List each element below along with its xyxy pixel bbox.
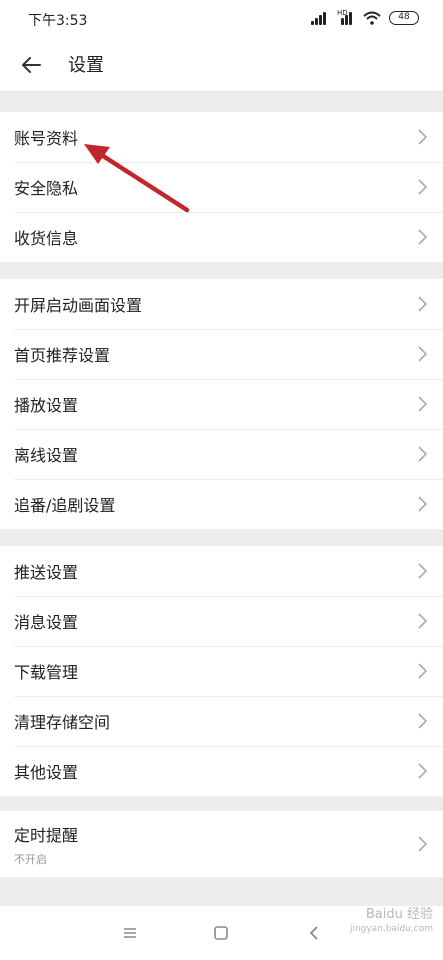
chevron-right-icon bbox=[418, 836, 427, 852]
back-nav-icon[interactable] bbox=[304, 924, 324, 942]
settings-group-content: 开屏启动画面设置 首页推荐设置 播放设置 离线设置 追番/追剧设置 bbox=[0, 279, 443, 529]
watermark-text: Baidu 经验 bbox=[365, 907, 433, 922]
setting-label: 开屏启动画面设置 bbox=[14, 296, 143, 315]
back-arrow-icon bbox=[22, 57, 41, 73]
setting-row-clear-storage[interactable]: 清理存储空间 bbox=[0, 696, 443, 746]
settings-group-reminder: 定时提醒 不开启 bbox=[0, 811, 443, 877]
chevron-right-icon bbox=[418, 663, 427, 679]
chevron-right-icon bbox=[418, 179, 427, 195]
setting-label: 定时提醒 bbox=[14, 825, 79, 845]
setting-label: 推送设置 bbox=[14, 563, 79, 582]
chevron-right-icon bbox=[418, 713, 427, 729]
chevron-right-icon bbox=[418, 296, 427, 312]
setting-label: 离线设置 bbox=[14, 446, 79, 465]
setting-row-splash-screen[interactable]: 开屏启动画面设置 bbox=[0, 279, 443, 329]
setting-label: 收货信息 bbox=[14, 229, 79, 248]
setting-label: 追番/追剧设置 bbox=[14, 496, 116, 515]
back-button[interactable] bbox=[14, 49, 48, 81]
setting-row-security-privacy[interactable]: 安全隐私 bbox=[0, 162, 443, 212]
setting-label: 消息设置 bbox=[14, 613, 79, 632]
setting-row-home-recommend[interactable]: 首页推荐设置 bbox=[0, 329, 443, 379]
setting-label: 其他设置 bbox=[14, 763, 79, 782]
status-time: 下午3:53 bbox=[28, 13, 88, 29]
settings-group-account: 账号资料 安全隐私 收货信息 bbox=[0, 112, 443, 262]
setting-label: 下载管理 bbox=[14, 663, 79, 682]
setting-row-offline[interactable]: 离线设置 bbox=[0, 429, 443, 479]
cellular-signal-icon bbox=[311, 11, 329, 25]
menu-icon[interactable] bbox=[120, 924, 140, 942]
chevron-right-icon bbox=[418, 763, 427, 779]
home-icon[interactable] bbox=[211, 924, 231, 942]
chevron-right-icon bbox=[418, 396, 427, 412]
watermark: Baidu 经验 jingyan.baidu.com bbox=[350, 908, 433, 936]
chevron-right-icon bbox=[418, 129, 427, 145]
title-bar: 设置 bbox=[0, 38, 443, 92]
page-title: 设置 bbox=[68, 55, 104, 76]
setting-sublabel: 不开启 bbox=[14, 852, 47, 866]
watermark-url: jingyan.baidu.com bbox=[349, 924, 433, 934]
chevron-right-icon bbox=[418, 496, 427, 512]
setting-row-timed-reminder[interactable]: 定时提醒 不开启 bbox=[0, 811, 443, 877]
annotation-arrow-icon bbox=[84, 144, 190, 213]
setting-row-other[interactable]: 其他设置 bbox=[0, 746, 443, 796]
setting-row-push[interactable]: 推送设置 bbox=[0, 546, 443, 596]
setting-label: 首页推荐设置 bbox=[14, 346, 111, 365]
setting-label: 清理存储空间 bbox=[14, 713, 111, 732]
setting-label: 账号资料 bbox=[14, 129, 79, 148]
chevron-right-icon bbox=[418, 613, 427, 629]
wifi-icon bbox=[363, 11, 381, 25]
status-bar: 下午3:53 HD 48 bbox=[0, 0, 443, 38]
chevron-right-icon bbox=[418, 446, 427, 462]
setting-label: 播放设置 bbox=[14, 396, 79, 415]
chevron-right-icon bbox=[418, 563, 427, 579]
settings-group-system: 推送设置 消息设置 下载管理 清理存储空间 其他设置 bbox=[0, 546, 443, 796]
setting-label: 安全隐私 bbox=[14, 179, 79, 198]
cellular-signal-hd-icon: HD bbox=[337, 9, 355, 25]
setting-row-downloads[interactable]: 下载管理 bbox=[0, 646, 443, 696]
setting-row-follow-series[interactable]: 追番/追剧设置 bbox=[0, 479, 443, 529]
setting-row-playback[interactable]: 播放设置 bbox=[0, 379, 443, 429]
setting-row-messages[interactable]: 消息设置 bbox=[0, 596, 443, 646]
status-icons: HD 48 bbox=[311, 9, 419, 25]
battery-icon: 48 bbox=[389, 11, 419, 25]
setting-row-account-profile[interactable]: 账号资料 bbox=[0, 112, 443, 162]
setting-row-shipping-info[interactable]: 收货信息 bbox=[0, 212, 443, 262]
chevron-right-icon bbox=[418, 346, 427, 362]
chevron-right-icon bbox=[418, 229, 427, 245]
